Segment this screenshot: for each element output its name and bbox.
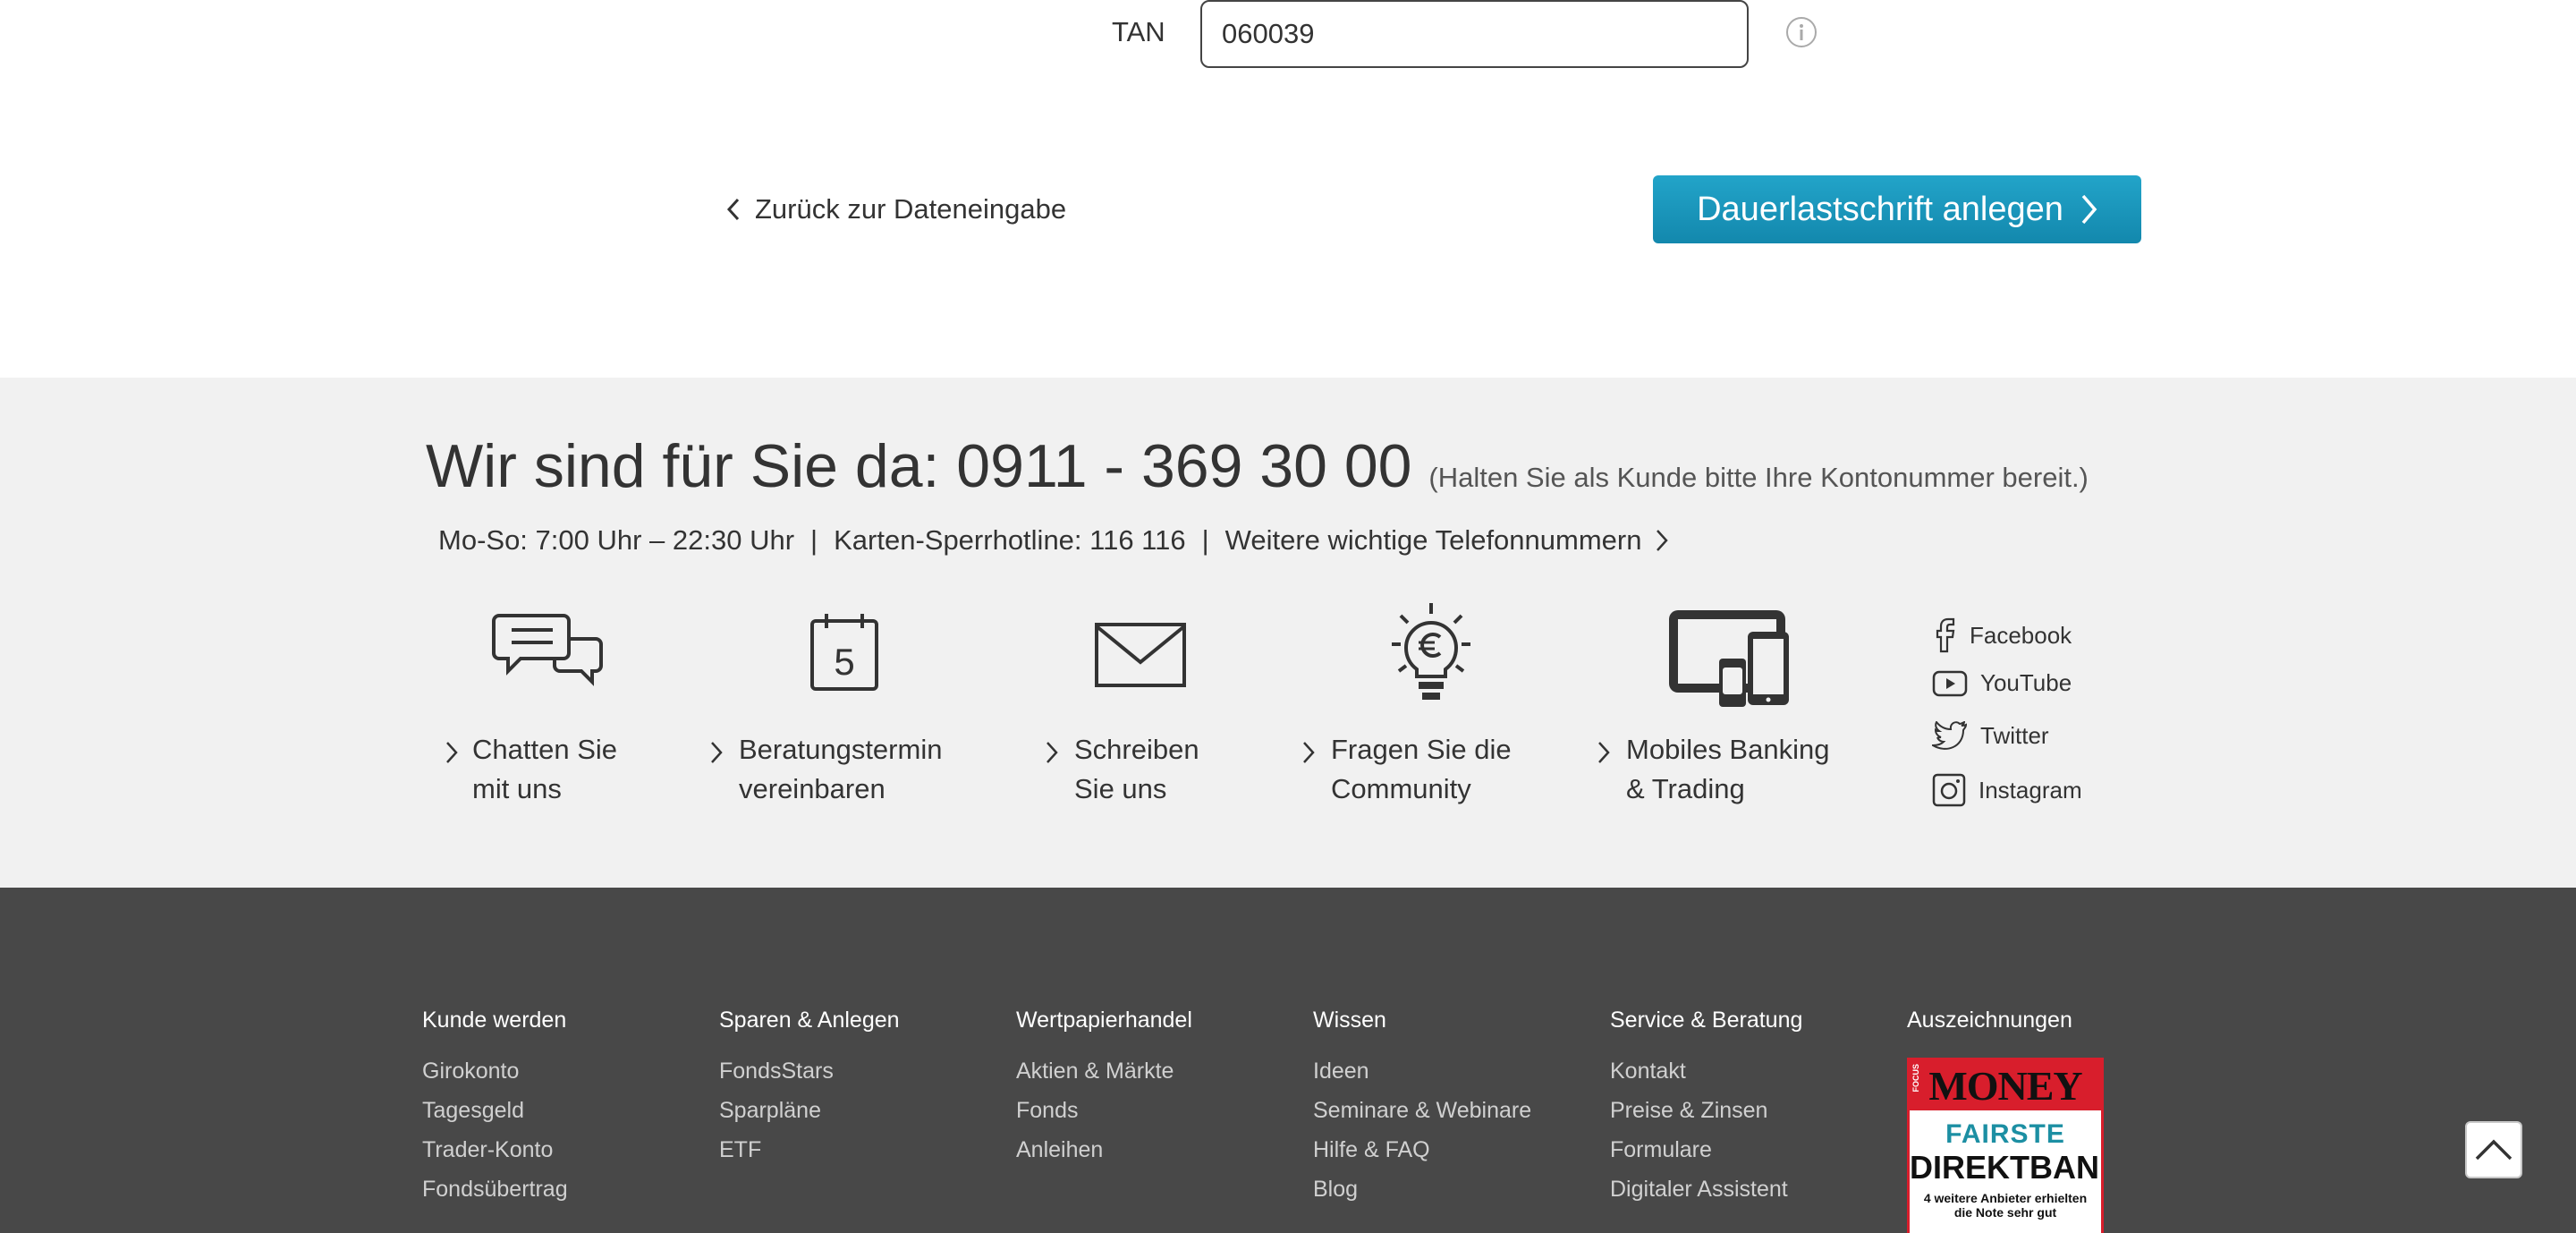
chevron-right-icon [711, 742, 723, 763]
footer-link[interactable]: Aktien & Märkte [1016, 1059, 1192, 1098]
tan-label: TAN [1112, 16, 1165, 47]
footer-link[interactable]: Sparpläne [719, 1098, 900, 1137]
back-link-label: Zurück zur Dateneingabe [755, 193, 1067, 225]
contact-headline-note: (Halten Sie als Kunde bitte Ihre Kontonu… [1428, 462, 2089, 493]
award-line2: DIREKTBANK [1910, 1149, 2104, 1186]
footer-column-title: Kunde werden [422, 1008, 567, 1033]
footer: Kunde werden Girokonto Tagesgeld Trader-… [0, 888, 2576, 1233]
footer-column-kunde-werden: Kunde werden Girokonto Tagesgeld Trader-… [422, 1008, 568, 1216]
envelope-icon [1095, 623, 1186, 687]
service-chat-line1: Chatten Sie [472, 734, 617, 765]
footer-link[interactable]: Kontakt [1610, 1059, 1802, 1098]
award-line4: die Note sehr gut [1953, 1205, 2057, 1220]
footer-link[interactable]: Preise & Zinsen [1610, 1098, 1802, 1137]
footer-link[interactable]: Hilfe & FAQ [1313, 1137, 1531, 1177]
separator: | [1201, 524, 1209, 556]
footer-column-title: Wertpapierhandel [1016, 1008, 1192, 1033]
chevron-right-icon [1303, 742, 1315, 763]
footer-column-sparen-anlegen: Sparen & Anlegen FondsStars Sparpläne ET… [719, 1008, 900, 1177]
footer-link[interactable]: Fonds [1016, 1098, 1192, 1137]
twitter-label: Twitter [1980, 721, 2049, 749]
social-youtube-link[interactable]: YouTube [1932, 669, 2072, 697]
service-appointment-line1: Beratungstermin [739, 734, 943, 765]
footer-column-title: Wissen [1313, 1008, 1386, 1033]
lightbulb-euro-icon [1392, 603, 1470, 700]
form-section: TAN Zurück zur Dateneingabe Dauerlastsch… [0, 0, 2576, 378]
calendar-icon: 5 [810, 614, 878, 691]
youtube-icon [1932, 670, 1968, 696]
footer-link[interactable]: Seminare & Webinare [1313, 1098, 1531, 1137]
award-line3: 4 weitere Anbieter erhielten [1923, 1191, 2088, 1205]
social-twitter-link[interactable]: Twitter [1932, 721, 2049, 750]
opening-hours: Mo-So: 7:00 Uhr – 22:30 Uhr [438, 524, 795, 556]
create-direct-debit-button[interactable]: Dauerlastschrift anlegen [1653, 175, 2141, 243]
service-write-line1: Schreiben [1074, 734, 1199, 765]
award-magazine-name: MONEY [1928, 1061, 2083, 1110]
contact-phone-headline: Wir sind für Sie da: 0911 - 369 30 00 [426, 432, 1412, 500]
footer-column-wissen: Wissen Ideen Seminare & Webinare Hilfe &… [1313, 1008, 1531, 1216]
card-block-hotline: Karten-Sperrhotline: 116 116 [834, 524, 1186, 556]
social-instagram-link[interactable]: Instagram [1932, 773, 2082, 807]
youtube-label: YouTube [1980, 669, 2072, 696]
footer-column-title: Sparen & Anlegen [719, 1008, 900, 1033]
service-write-line2: Sie uns [1074, 773, 1167, 804]
award-badge[interactable]: FOCUS MONEY FAIRSTE DIREKTBANK 4 weitere… [1907, 1058, 2104, 1233]
footer-link[interactable]: Digitaler Assistent [1610, 1177, 1802, 1216]
back-to-data-entry-link[interactable]: Zurück zur Dateneingabe [726, 193, 1066, 225]
chevron-right-icon [1598, 742, 1610, 763]
footer-column-title: Service & Beratung [1610, 1008, 1803, 1033]
instagram-icon [1932, 773, 1966, 807]
footer-link[interactable]: Girokonto [422, 1059, 568, 1098]
tan-input[interactable] [1200, 0, 1749, 68]
footer-link[interactable]: Blog [1313, 1177, 1531, 1216]
footer-link[interactable]: ETF [719, 1137, 900, 1177]
facebook-icon [1936, 617, 1955, 653]
chat-icon [492, 614, 603, 686]
scroll-to-top-button[interactable] [2465, 1121, 2522, 1178]
service-appointment-line2: vereinbaren [739, 773, 886, 804]
footer-link[interactable]: Formulare [1610, 1137, 1802, 1177]
footer-column-wertpapierhandel: Wertpapierhandel Aktien & Märkte Fonds A… [1016, 1008, 1192, 1177]
info-icon[interactable] [1785, 16, 1818, 48]
service-chat-line2: mit uns [472, 773, 562, 804]
chevron-left-icon [726, 198, 740, 221]
facebook-label: Facebook [1970, 621, 2072, 649]
twitter-icon [1932, 721, 1968, 750]
footer-link[interactable]: Fondsübertrag [422, 1177, 568, 1216]
chevron-up-icon [2475, 1139, 2512, 1161]
create-direct-debit-label: Dauerlastschrift anlegen [1697, 190, 2063, 228]
footer-column-service-beratung: Service & Beratung Kontakt Preise & Zins… [1610, 1008, 1802, 1216]
service-mobile-line2: & Trading [1626, 773, 1745, 804]
footer-link[interactable]: Tagesgeld [422, 1098, 568, 1137]
devices-icon [1669, 610, 1789, 707]
contact-headline: Wir sind für Sie da: 0911 - 369 30 00 (H… [426, 431, 2089, 501]
social-facebook-link[interactable]: Facebook [1932, 617, 2072, 653]
separator: | [810, 524, 818, 556]
chevron-right-icon [2081, 194, 2097, 225]
award-magazine-small: FOCUS [1911, 1064, 1920, 1093]
more-phone-numbers-label: Weitere wichtige Telefonnummern [1224, 524, 1642, 556]
calendar-day: 5 [834, 641, 854, 683]
footer-link[interactable]: FondsStars [719, 1059, 900, 1098]
footer-link[interactable]: Trader-Konto [422, 1137, 568, 1177]
contact-section: Wir sind für Sie da: 0911 - 369 30 00 (H… [0, 378, 2576, 888]
instagram-label: Instagram [1979, 776, 2082, 804]
award-magazine-banner: FOCUS MONEY [1910, 1060, 2101, 1110]
service-mobile-line1: Mobiles Banking [1626, 734, 1830, 765]
more-phone-numbers-link[interactable]: Weitere wichtige Telefonnummern [1225, 524, 1669, 557]
service-community-line1: Fragen Sie die [1331, 734, 1512, 765]
footer-column-title: Auszeichnungen [1907, 1008, 2072, 1033]
chevron-right-icon [1046, 742, 1058, 763]
chevron-right-icon [1657, 530, 1669, 551]
service-community-line2: Community [1331, 773, 1471, 804]
chevron-right-icon [446, 742, 458, 763]
footer-column-auszeichnungen: Auszeichnungen [1907, 1008, 2072, 1059]
footer-link[interactable]: Anleihen [1016, 1137, 1192, 1177]
contact-hours-line: Mo-So: 7:00 Uhr – 22:30 Uhr | Karten-Spe… [438, 524, 1669, 557]
footer-link[interactable]: Ideen [1313, 1059, 1531, 1098]
award-line1: FAIRSTE [1945, 1119, 2065, 1149]
